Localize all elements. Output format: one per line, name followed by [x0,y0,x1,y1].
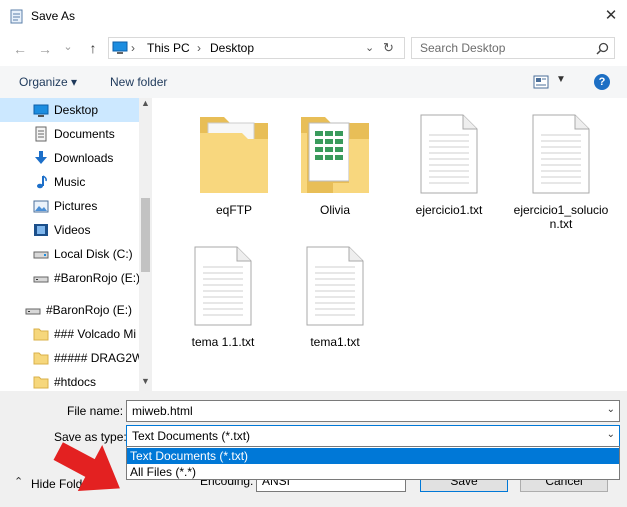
documents-icon [35,126,47,142]
address-dropdown-icon[interactable]: ⌄ [365,41,374,54]
file-name: ejercicio1.txt [415,203,483,217]
file-name: Olivia [319,203,350,217]
help-icon[interactable]: ? [594,74,610,90]
search-icon [596,42,609,55]
folder-with-spreadsheets-icon [301,117,369,193]
file-name-continued: n.txt [549,217,573,231]
sidebar-item-desktop[interactable]: Desktop [0,98,140,122]
breadcrumb-chevron-icon: › [197,41,201,55]
sidebar-item-label: ### Volcado Mi [54,327,137,341]
text-file-icon [306,246,364,326]
command-bar: Organize ▾ New folder ▼ ? [0,66,627,98]
up-arrow-icon[interactable]: ↑ [83,38,103,58]
red-annotation-arrow-icon [53,442,120,491]
sidebar-item-label: ##### DRAG2W [54,351,144,365]
file-item-tema1[interactable]: tema1.txt [285,243,385,353]
pictures-icon [33,200,49,213]
this-pc-icon [112,41,128,54]
sidebar-item-music[interactable]: Music [0,170,140,194]
sidebar-item-label: Music [54,175,86,189]
file-name: ejercicio1_solucio [513,203,609,217]
usb-drive-icon [33,276,49,283]
sidebar-item-folder-volcado[interactable]: ### Volcado Mi [0,322,140,346]
file-name: tema 1.1.txt [191,335,255,349]
videos-icon [34,224,48,236]
sidebar-item-local-disk[interactable]: Local Disk (C:) [0,242,140,266]
address-bar[interactable]: › This PC › Desktop ⌄ ↻ [108,37,405,59]
option-text-documents[interactable]: Text Documents (*.txt) [127,448,619,464]
new-folder-button[interactable]: New folder [110,75,167,89]
sidebar-item-folder-htdocs[interactable]: #htdocs [0,370,140,391]
sidebar-scroll-thumb[interactable] [141,198,150,272]
sidebar-item-label: Pictures [54,199,98,213]
close-button[interactable]: ✕ [596,3,626,29]
desktop-icon [33,104,49,117]
organize-menu[interactable]: Organize ▾ [19,75,77,89]
file-name-input[interactable]: miweb.html ⌄ [126,400,620,422]
folder-icon [33,376,49,389]
sidebar-item-pictures[interactable]: Pictures [0,194,140,218]
save-as-type-options[interactable]: Text Documents (*.txt) All Files (*.*) [126,446,620,480]
sidebar-item-downloads[interactable]: Downloads [0,146,140,170]
sidebar-item-label: Desktop [54,103,99,117]
search-placeholder: Search Desktop [420,41,506,55]
folder-icon [200,117,268,193]
window-title: Save As [31,9,76,23]
file-name-label: File name: [67,404,124,418]
text-file-icon [194,246,252,326]
refresh-icon[interactable]: ↻ [383,40,394,56]
sidebar-item-label: #BaronRojo (E:) [54,271,141,285]
music-icon [37,175,47,189]
save-as-type-value: Text Documents (*.txt) [132,429,251,443]
forward-arrow-icon[interactable]: → [35,39,55,59]
file-item-eqftp[interactable]: eqFTP [184,111,284,221]
breadcrumb-chevron-icon: › [131,41,135,55]
sidebar-item-baronrojo[interactable]: #BaronRojo (E:) [0,266,140,290]
view-options-icon[interactable] [533,75,549,89]
recent-locations-icon[interactable]: ⌄ [58,37,78,57]
file-name: eqFTP [215,203,252,217]
notepad-icon [10,9,23,24]
file-item-ejercicio1[interactable]: ejercicio1.txt [399,111,499,221]
chevron-down-icon[interactable]: ⌄ [607,404,615,415]
sidebar-item-label: #BaronRojo (E:) [46,303,133,317]
sidebar-item-label: #htdocs [54,375,97,389]
file-list: eqFTP Olivia ejercicio1.txt ejercicio1_s… [153,98,627,391]
back-arrow-icon[interactable]: ← [10,39,30,59]
save-as-type-select[interactable]: Text Documents (*.txt) ⌄ [126,425,620,447]
text-file-icon [420,114,478,194]
scroll-up-icon[interactable]: ▲ [141,98,150,108]
sidebar-item-label: Videos [54,223,91,237]
navigation-pane: Desktop Documents Downloads Music Pictur… [0,98,152,391]
folder-icon [33,352,49,365]
sidebar-item-folder-drag2w[interactable]: ##### DRAG2W [0,346,144,370]
scroll-down-icon[interactable]: ▼ [141,376,150,386]
file-name-value: miweb.html [132,404,193,418]
breadcrumb-desktop[interactable]: Desktop [210,41,254,55]
downloads-icon [35,151,47,164]
file-item-olivia[interactable]: Olivia [285,111,385,221]
sidebar-item-videos[interactable]: Videos [0,218,140,242]
sidebar-item-label: Downloads [54,151,114,165]
view-dropdown-icon[interactable]: ▼ [556,74,566,85]
file-item-ejercicio1-solucion[interactable]: ejercicio1_solucio n.txt [511,111,611,235]
chevron-down-icon[interactable]: ⌄ [607,429,615,440]
sidebar-item-label: Documents [54,127,115,141]
sidebar-item-baronrojo-root[interactable]: #BaronRojo (E:) [0,298,140,322]
search-box[interactable]: Search Desktop [411,37,615,59]
file-name: tema1.txt [310,335,360,349]
folder-icon [33,328,49,341]
usb-drive-icon [25,308,41,315]
text-file-icon [532,114,590,194]
option-all-files[interactable]: All Files (*.*) [127,464,619,480]
drive-icon [33,251,49,259]
file-item-tema-1-1[interactable]: tema 1.1.txt [173,243,273,353]
sidebar-item-label: Local Disk (C:) [54,247,133,261]
chevron-up-icon[interactable]: ⌃ [14,475,23,488]
sidebar-item-documents[interactable]: Documents [0,122,140,146]
title-bar: Save As ✕ [0,0,627,32]
breadcrumb-this-pc[interactable]: This PC [147,41,190,55]
